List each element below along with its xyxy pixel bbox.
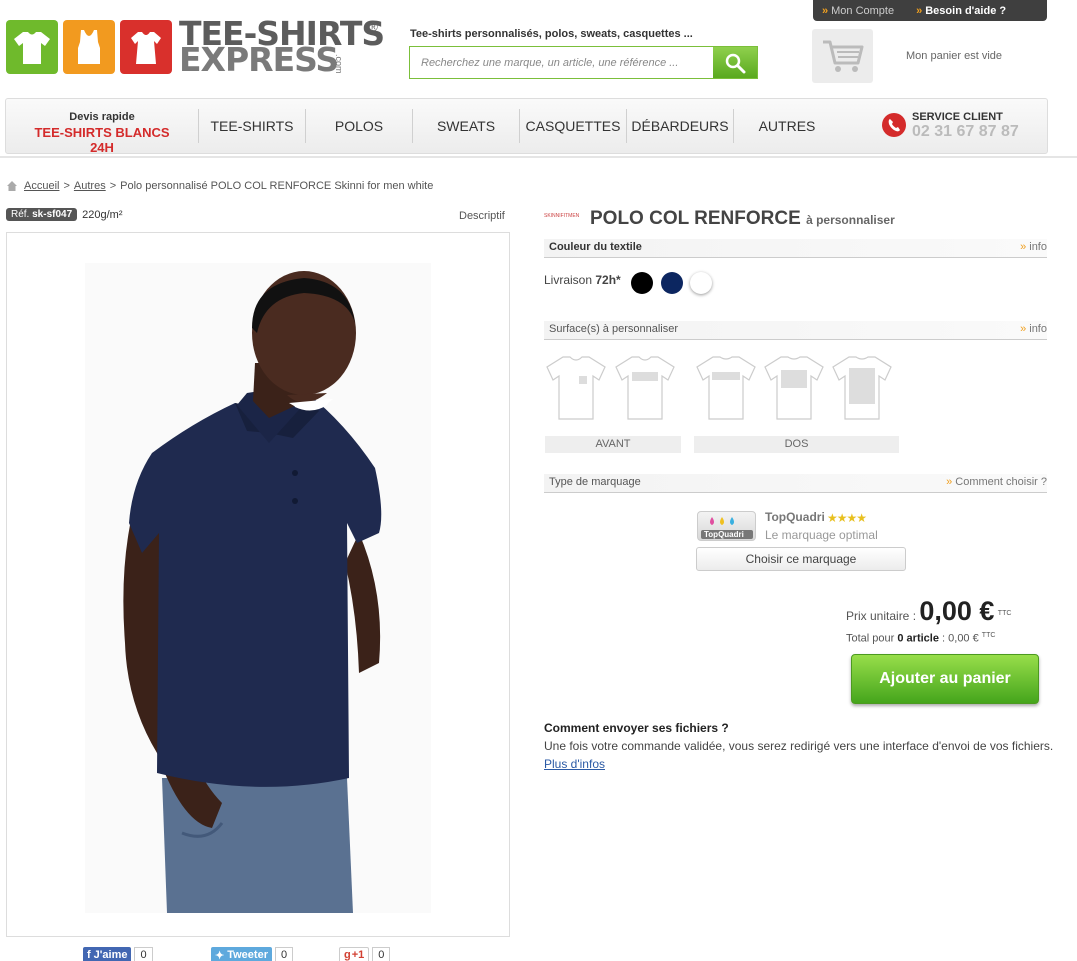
nav-item-sweats[interactable]: SWEATS xyxy=(413,99,519,153)
twitter-tweet[interactable]: ✦ Tweeter 0 xyxy=(211,947,294,961)
women-tee-tile-icon xyxy=(120,20,172,74)
delivery-time: Livraison 72h* xyxy=(544,273,621,287)
marking-method-name: TopQuadri xyxy=(765,510,825,524)
marking-method-desc: Le marquage optimal xyxy=(765,528,878,542)
cart-button[interactable] xyxy=(812,29,873,83)
tweet-count: 0 xyxy=(274,947,294,961)
help-link[interactable]: » Besoin d'aide ? xyxy=(916,5,1006,17)
cart-status: Mon panier est vide xyxy=(906,50,1002,62)
textile-color-header: Couleur du textile » info xyxy=(544,239,1047,258)
description-link[interactable]: Descriptif xyxy=(459,210,505,222)
how-to-choose-link[interactable]: » Comment choisir ? xyxy=(946,476,1047,488)
main-nav: Devis rapide TEE-SHIRTS BLANCS 24H TEE-S… xyxy=(5,98,1048,155)
nav-item-debardeurs[interactable]: DÉBARDEURS xyxy=(627,99,733,153)
nav-item-tee-shirts[interactable]: TEE-SHIRTS xyxy=(199,99,305,153)
product-photo[interactable] xyxy=(6,232,510,937)
unit-price-value: 0,00 € xyxy=(919,596,995,626)
chevron-right-icon: » xyxy=(916,4,923,17)
quick-quote-link[interactable]: Devis rapide TEE-SHIRTS BLANCS 24H xyxy=(22,111,182,155)
front-left-chest-shirt-icon[interactable] xyxy=(545,354,607,422)
facebook-like-button[interactable]: f J'aime xyxy=(83,947,132,961)
color-swatch-black[interactable] xyxy=(631,272,653,294)
search-bar xyxy=(409,46,758,79)
site-logo[interactable]: TEE-SHIRTS EXPRESS ® .com xyxy=(6,14,385,79)
model-in-polo-image xyxy=(85,263,431,913)
gplus-icon: g xyxy=(344,949,351,961)
product-reference: Réf. sk-sf047 220g/m² xyxy=(6,208,123,221)
more-info-link[interactable]: Plus d'infos xyxy=(544,757,605,771)
account-bar: » Mon Compte » Besoin d'aide ? xyxy=(813,0,1047,21)
color-info-link[interactable]: » info xyxy=(1020,241,1047,253)
logo-com-suffix: .com xyxy=(334,54,344,74)
back-neck-shirt-icon[interactable] xyxy=(695,354,757,422)
back-label: DOS xyxy=(694,436,899,453)
facebook-like[interactable]: f J'aime 0 xyxy=(83,947,153,961)
chevron-right-icon: » xyxy=(822,4,829,17)
marking-type-header: Type de marquage » Comment choisir ? xyxy=(544,474,1047,493)
breadcrumb: Accueil > Autres > Polo personnalisé POL… xyxy=(6,180,433,192)
choose-marking-button[interactable]: Choisir ce marquage xyxy=(696,547,906,571)
product-title: POLO COL RENFORCE à personnaliser xyxy=(590,208,895,229)
tanktop-tile-icon xyxy=(63,20,115,74)
nav-item-polos[interactable]: POLOS xyxy=(306,99,412,153)
send-files-title: Comment envoyer ses fichiers ? xyxy=(544,721,729,735)
send-files-text: Une fois votre commande validée, vous se… xyxy=(544,739,1054,753)
unit-price: Prix unitaire : 0,00 € TTC xyxy=(846,596,1012,626)
service-phone-number: 02 31 67 87 87 xyxy=(912,123,1019,140)
search-icon xyxy=(725,53,746,73)
search-input[interactable] xyxy=(410,47,713,78)
front-label: AVANT xyxy=(545,436,681,453)
ref-badge: Réf. sk-sf047 xyxy=(6,208,78,221)
tshirt-tile-icon xyxy=(6,20,58,74)
nav-item-autres[interactable]: AUTRES xyxy=(734,99,840,153)
facebook-icon: f xyxy=(87,949,91,961)
google-plus[interactable]: g +1 0 xyxy=(339,947,391,961)
tweet-button[interactable]: ✦ Tweeter xyxy=(211,947,272,961)
front-chest-shirt-icon[interactable] xyxy=(614,354,676,422)
back-medium-shirt-icon[interactable] xyxy=(763,354,825,422)
nav-item-casquettes[interactable]: CASQUETTES xyxy=(520,99,626,153)
breadcrumb-home[interactable]: Accueil xyxy=(24,180,59,192)
color-swatch-navy[interactable] xyxy=(661,272,683,294)
add-to-cart-button[interactable]: Ajouter au panier xyxy=(851,654,1039,704)
breadcrumb-category[interactable]: Autres xyxy=(74,180,106,192)
account-link[interactable]: » Mon Compte xyxy=(822,5,894,17)
gplus-count: 0 xyxy=(372,947,391,961)
breadcrumb-current: Polo personnalisé POLO COL RENFORCE Skin… xyxy=(120,180,434,192)
fabric-weight: 220g/m² xyxy=(82,208,123,221)
facebook-like-count: 0 xyxy=(134,947,153,961)
home-icon xyxy=(7,181,17,191)
gplus-button[interactable]: g +1 xyxy=(339,947,370,961)
twitter-icon: ✦ xyxy=(215,949,225,961)
phone-icon xyxy=(882,113,906,137)
tagline: Tee-shirts personnalisés, polos, sweats,… xyxy=(410,28,693,40)
surface-header: Surface(s) à personnaliser » info xyxy=(544,321,1047,340)
back-full-shirt-icon[interactable] xyxy=(831,354,893,422)
search-button[interactable] xyxy=(713,47,757,78)
topquadri-logo: TopQuadri xyxy=(697,511,756,541)
rating-stars-icon: ★★★★ xyxy=(827,511,867,525)
surface-info-link[interactable]: » info xyxy=(1020,323,1047,335)
registered-mark: ® xyxy=(369,20,378,34)
total-price: Total pour 0 article : 0,00 € TTC xyxy=(846,632,996,645)
brand-logo: SKINNIFITMEN xyxy=(544,213,580,219)
cart-icon xyxy=(822,40,863,72)
header-divider xyxy=(0,156,1077,158)
logo-wordmark: TEE-SHIRTS EXPRESS xyxy=(179,14,385,79)
color-swatch-white[interactable] xyxy=(690,272,712,294)
